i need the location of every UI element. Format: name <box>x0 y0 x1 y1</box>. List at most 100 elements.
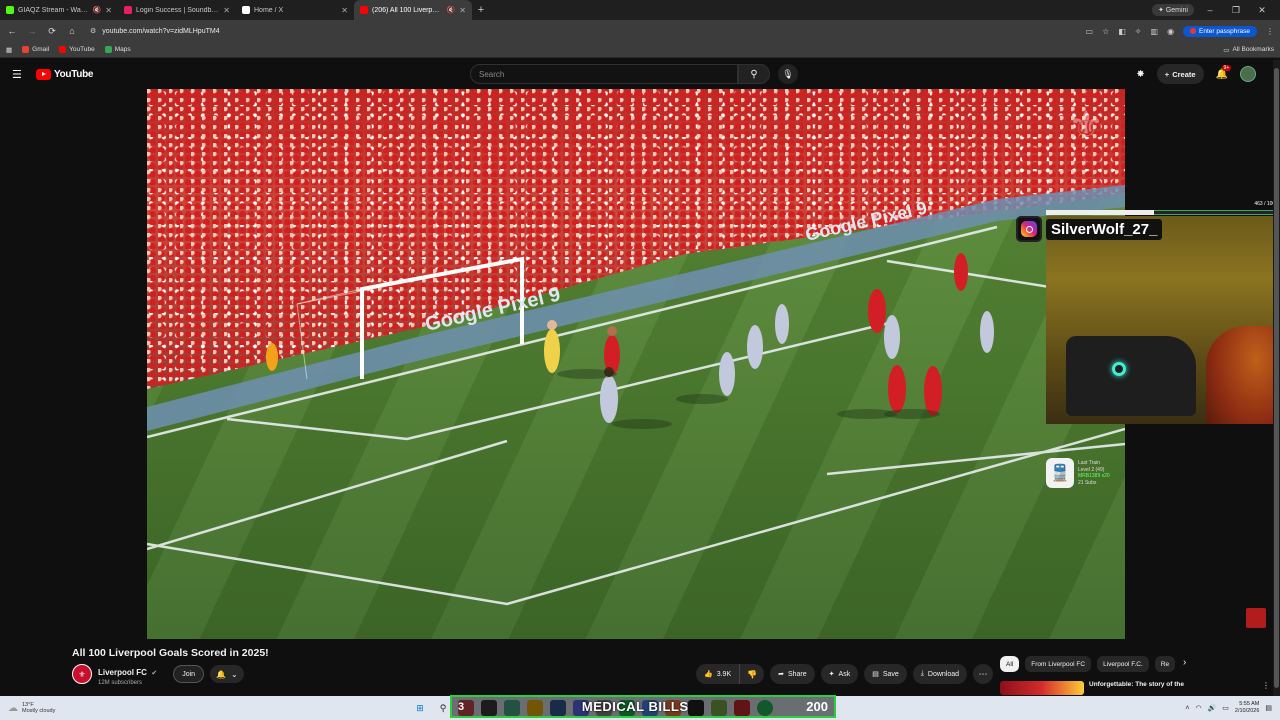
create-button[interactable]: + Create <box>1156 64 1204 84</box>
youtube-header: ☰ YouTube Search ⚲ 🎙 ✸ + Create 🔔 9+ <box>0 58 1280 90</box>
video-title: All 100 Liverpool Goals Scored in 2025! <box>72 647 269 659</box>
download-button[interactable]: ⤓ Download <box>912 664 968 684</box>
follower-goal-bar: 463 / 1000 <box>1046 200 1280 216</box>
more-actions-icon[interactable]: ⋯ <box>973 664 994 684</box>
bookmark-label: Gmail <box>32 46 50 53</box>
filter-chip[interactable]: Re <box>1154 656 1176 672</box>
url-field[interactable]: ⚙ youtube.com/watch?v=zidMLHpuTM4 <box>86 23 1078 39</box>
thumbs-down-icon: 👎 <box>747 669 758 679</box>
home-icon[interactable]: ⌂ <box>66 26 78 36</box>
bookmark-star-icon[interactable]: ☆ <box>1102 27 1109 36</box>
instagram-icon <box>1016 216 1042 242</box>
maximize-icon[interactable]: ❐ <box>1226 5 1246 16</box>
share-button[interactable]: ➦ Share <box>770 664 815 684</box>
back-icon[interactable]: ← <box>6 26 18 36</box>
browser-tab[interactable]: Login Success | Soundboard Br✕ <box>118 0 236 20</box>
bookmark-item[interactable]: YouTube <box>59 46 95 53</box>
voice-search-button[interactable]: 🎙 <box>778 64 798 84</box>
channel-watermark-icon[interactable] <box>1246 608 1266 628</box>
site-info-icon[interactable]: ⚙ <box>90 27 96 35</box>
like-count: 3.9K <box>716 670 732 678</box>
notifications-tray-icon[interactable]: ▤ <box>1265 704 1272 712</box>
search-input[interactable]: Search <box>470 64 738 84</box>
recommended-title[interactable]: Unforgettable: The story of the <box>1089 681 1257 695</box>
minimize-icon[interactable]: – <box>1200 5 1220 15</box>
search-button[interactable]: ⚲ <box>738 64 770 84</box>
stadium-graphics: Google Pixel 9 Google Pixel 9 <box>147 185 1125 606</box>
save-button[interactable]: ▤ Save <box>864 664 907 684</box>
notification-badge: 9+ <box>1221 64 1232 71</box>
battery-icon[interactable]: ▭ <box>1222 704 1229 712</box>
youtube-logo-text: YouTube <box>54 68 94 80</box>
like-button[interactable]: 👍 3.9K <box>696 664 741 684</box>
tab-mute-icon[interactable]: 🔇 <box>447 6 456 14</box>
wifi-icon[interactable]: ◠ <box>1195 704 1201 712</box>
forward-icon[interactable]: → <box>26 26 38 36</box>
recommended-thumbnail[interactable] <box>1000 681 1084 695</box>
youtube-logo[interactable]: YouTube <box>36 68 94 80</box>
ai-sparkle-icon[interactable]: ✸ <box>1136 69 1144 80</box>
volume-icon[interactable]: 🔊 <box>1208 704 1217 712</box>
browser-tab[interactable]: Home / X ✕ <box>236 0 354 20</box>
gemini-button[interactable]: ✦ Gemini <box>1152 4 1194 16</box>
puzzle-icon[interactable]: ✧ <box>1135 27 1142 36</box>
recommended-menu-icon[interactable]: ⋮ <box>1262 681 1270 695</box>
bookmark-item[interactable]: Maps <box>104 46 131 53</box>
tab-close-icon[interactable]: ✕ <box>223 6 230 15</box>
video-player[interactable]: Google Pixel 9 Google Pixel 9 ⚜ <box>147 89 1125 639</box>
notifications-button[interactable]: 🔔 9+ <box>1216 64 1232 80</box>
save-icon: ▤ <box>872 671 879 678</box>
toolbar-actions: ▭ ☆ ◧ ✧ ▥ ◉ Enter passphrase ⋮ <box>1086 25 1274 37</box>
sparkle-icon: ✦ <box>828 671 835 678</box>
stream-goal-overlay: 3 MEDICAL BILLS 200 <box>450 695 836 718</box>
reload-icon[interactable]: ⟳ <box>46 26 58 37</box>
cast-icon[interactable]: ▭ <box>1086 27 1094 36</box>
channel-avatar[interactable]: ⚜ <box>72 664 92 684</box>
profile-icon[interactable]: ◉ <box>1167 27 1174 36</box>
thumbs-up-icon: 👍 <box>704 671 713 678</box>
train-text: Last Train Level 2 (49) MRB1389 x20 21 S… <box>1078 460 1110 486</box>
page-scrollbar[interactable] <box>1273 60 1280 696</box>
liverpool-crest-watermark: ⚜ <box>1068 104 1104 148</box>
close-window-icon[interactable]: ✕ <box>1252 5 1272 16</box>
tab-close-icon[interactable]: ✕ <box>341 6 348 15</box>
filter-chip[interactable]: Liverpool F.C. <box>1097 656 1149 672</box>
clock[interactable]: 5:55 AM 2/10/2026 <box>1235 701 1259 715</box>
subscribed-button[interactable]: 🔔 ⌄ <box>210 665 244 683</box>
tab-mute-icon[interactable]: 🔇 <box>93 6 102 14</box>
train-icon: 🚆 <box>1046 458 1074 488</box>
bookmark-favicon-icon <box>59 46 67 53</box>
dislike-button[interactable]: 👎 <box>740 664 764 684</box>
recommended-video[interactable]: Unforgettable: The story of the ⋮ <box>1000 681 1270 695</box>
tab-strip: GIAQZ Stream - Watch Live🔇✕Login Success… <box>0 0 1280 20</box>
join-button[interactable]: Join <box>173 665 205 683</box>
browser-tab[interactable]: GIAQZ Stream - Watch Live 🔇✕ <box>0 0 118 20</box>
weather-desc: Mostly cloudy <box>22 708 56 714</box>
chevron-right-icon[interactable]: › <box>1183 657 1186 668</box>
user-avatar[interactable] <box>1240 66 1256 82</box>
extension-icon[interactable]: ◧ <box>1118 27 1126 36</box>
bookmark-item[interactable]: Gmail <box>22 46 49 53</box>
share-icon: ➦ <box>778 671 784 678</box>
streamer-silhouette <box>1206 326 1280 424</box>
ask-button[interactable]: ✦ Ask <box>820 664 859 684</box>
apps-grid-icon[interactable]: ▦ <box>6 46 12 54</box>
taskbar-search-icon[interactable]: ⚲ <box>435 700 451 716</box>
menu-kebab-icon[interactable]: ⋮ <box>1266 27 1274 36</box>
browser-tab[interactable]: (206) All 100 Liverpool Goal 🔇✕ <box>354 0 472 20</box>
new-tab-button[interactable]: + <box>474 3 488 17</box>
tab-close-icon[interactable]: ✕ <box>105 6 112 15</box>
channel-info: Liverpool FC ✔ 12M subscribers <box>98 662 157 686</box>
hamburger-menu-icon[interactable]: ☰ <box>12 68 24 81</box>
passphrase-button[interactable]: Enter passphrase <box>1183 25 1257 37</box>
filter-chip[interactable]: All <box>1000 656 1020 672</box>
tray-chevron-icon[interactable]: ˄ <box>1185 705 1189 712</box>
scrollbar-thumb[interactable] <box>1274 68 1279 688</box>
channel-name[interactable]: Liverpool FC <box>98 668 147 677</box>
weather-widget[interactable]: ☁ 13°F Mostly cloudy <box>8 702 55 715</box>
filter-chip[interactable]: From Liverpool FC <box>1025 656 1092 672</box>
sidepanel-icon[interactable]: ▥ <box>1151 27 1159 36</box>
tab-close-icon[interactable]: ✕ <box>459 6 466 15</box>
all-bookmarks-button[interactable]: ▭ All Bookmarks <box>1223 46 1274 54</box>
start-icon[interactable]: ⊞ <box>412 700 428 716</box>
